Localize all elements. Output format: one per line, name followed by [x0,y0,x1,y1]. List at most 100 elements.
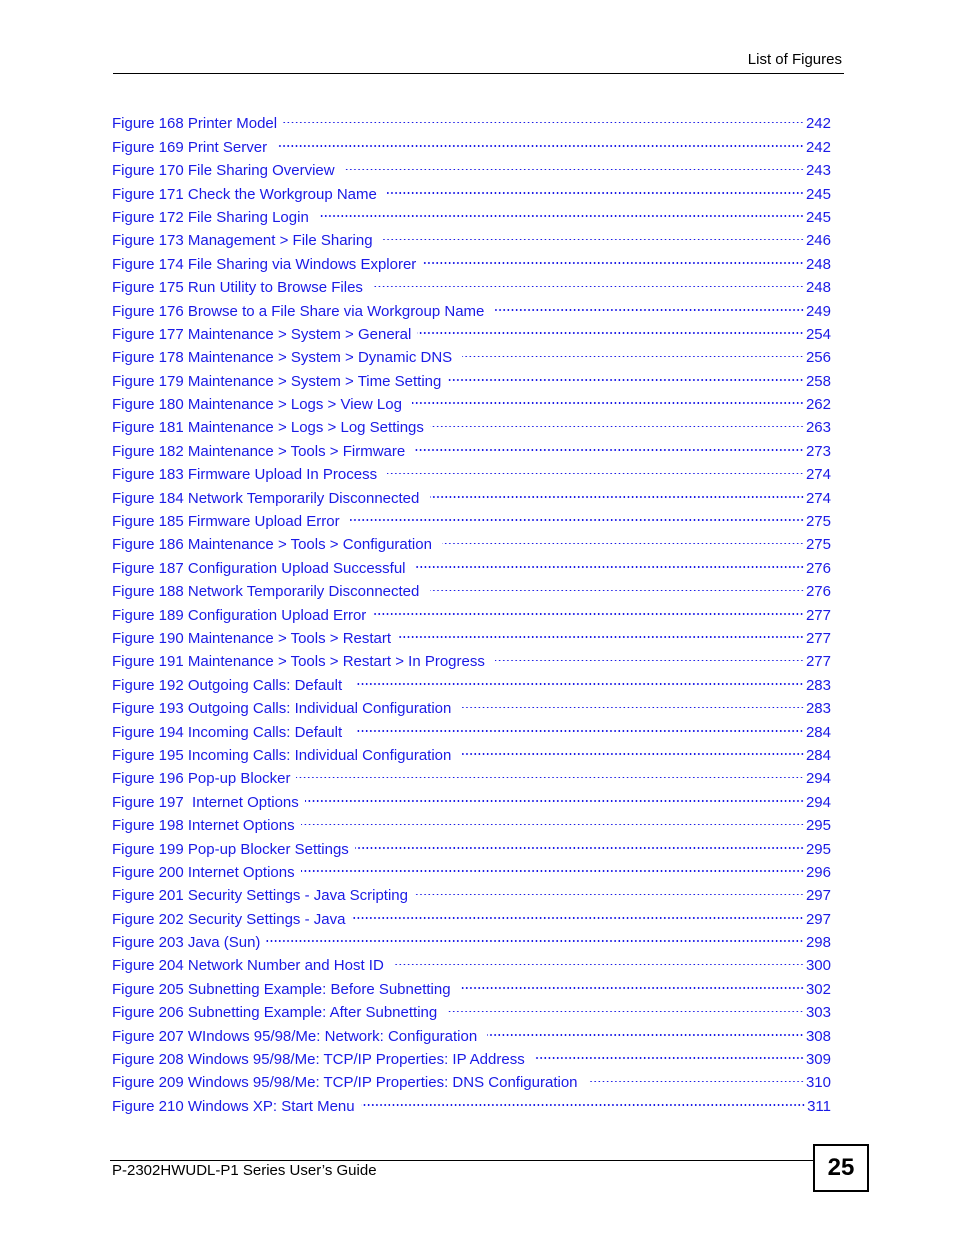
toc-entry-label[interactable]: Figure 200 Internet Options [112,861,301,884]
toc-entry-page[interactable]: 274 [806,487,831,510]
toc-entry[interactable]: Figure 168 Printer Model 242 [112,105,831,132]
toc-entry-page[interactable]: 277 [806,627,831,650]
toc-entry-label[interactable]: Figure 182 Maintenance > Tools > Firmwar… [112,440,415,463]
toc-entry-label[interactable]: Figure 197 Internet Options [112,791,305,814]
toc-entry-page[interactable]: 308 [806,1025,831,1048]
dot-leader [495,643,806,666]
toc-entry-page[interactable]: 300 [806,954,831,977]
toc-entry-label[interactable]: Figure 179 Maintenance > System > Time S… [112,370,447,393]
toc-entry-page[interactable]: 303 [806,1001,831,1024]
dot-leader [360,1087,807,1110]
toc-entry-label[interactable]: Figure 190 Maintenance > Tools > Restart [112,627,397,650]
dot-leader [461,737,806,760]
dot-leader [415,432,806,455]
toc-entry-page[interactable]: 295 [806,838,831,861]
dot-leader [460,970,806,993]
toc-entry-label[interactable]: Figure 175 Run Utility to Browse Files [112,276,373,299]
toc-entry-label[interactable]: Figure 178 Maintenance > System > Dynami… [112,346,462,369]
dot-leader [461,690,806,713]
toc-entry-label[interactable]: Figure 185 Firmware Upload Error [112,510,350,533]
toc-entry-page[interactable]: 297 [806,908,831,931]
toc-entry-page[interactable]: 242 [806,136,831,159]
dot-leader [415,549,806,572]
dot-leader [266,924,806,947]
toc-entry-page[interactable]: 245 [806,183,831,206]
toc-entry-page[interactable]: 245 [806,206,831,229]
toc-entry-page[interactable]: 273 [806,440,831,463]
section-title: List of Figures [747,51,842,68]
dot-leader [354,830,806,853]
dot-leader [417,316,806,339]
toc-entry-page[interactable]: 284 [806,744,831,767]
toc-entry-label[interactable]: Figure 170 File Sharing Overview [112,159,345,182]
toc-entry-page[interactable]: 298 [806,931,831,954]
toc-entry-label[interactable]: Figure 194 Incoming Calls: Default [112,721,356,744]
toc-entry-label[interactable]: Figure 180 Maintenance > Logs > View Log [112,393,412,416]
dot-leader [300,807,806,830]
toc-entry-page[interactable]: 309 [806,1048,831,1071]
toc-entry-page[interactable]: 283 [806,697,831,720]
toc-entry-page[interactable]: 258 [806,370,831,393]
toc-entry-label[interactable]: Figure 198 Internet Options [112,814,301,837]
dot-leader [412,386,806,409]
toc-entry-label[interactable]: Figure 186 Maintenance > Tools > Configu… [112,533,442,556]
toc-entry-page[interactable]: 294 [806,791,831,814]
toc-entry-page[interactable]: 243 [806,159,831,182]
toc-entry-label[interactable]: Figure 208 Windows 95/98/Me: TCP/IP Prop… [112,1048,535,1071]
toc-entry-label[interactable]: Figure 210 Windows XP: Start Menu [112,1095,361,1118]
dot-leader [387,175,806,198]
toc-entry-page[interactable]: 276 [806,580,831,603]
toc-entry-label[interactable]: Figure 187 Configuration Upload Successf… [112,557,416,580]
toc-entry-page[interactable]: 295 [806,814,831,837]
dot-leader [447,362,806,385]
toc-entry-page[interactable]: 296 [806,861,831,884]
toc-entry-page[interactable]: 311 [807,1095,831,1118]
toc-entry-label[interactable]: Figure 168 Printer Model [112,112,283,135]
toc-entry-page[interactable]: 277 [806,650,831,673]
toc-entry-page[interactable]: 274 [806,463,831,486]
toc-entry-page[interactable]: 254 [806,323,831,346]
toc-entry-page[interactable]: 275 [806,510,831,533]
toc-entry-label[interactable]: Figure 192 Outgoing Calls: Default [112,674,356,697]
toc-entry-label[interactable]: Figure 181 Maintenance > Logs > Log Sett… [112,416,430,439]
toc-entry-label[interactable]: Figure 189 Configuration Upload Error [112,604,372,627]
toc-entry-label[interactable]: Figure 173 Management > File Sharing [112,229,383,252]
toc-entry-page[interactable]: 310 [806,1071,831,1094]
toc-entry-page[interactable]: 242 [806,112,831,135]
toc-entry-page[interactable]: 246 [806,229,831,252]
toc-entry-label[interactable]: Figure 205 Subnetting Example: Before Su… [112,978,461,1001]
toc-entry-label[interactable]: Figure 183 Firmware Upload In Process [112,463,387,486]
list-of-figures: Figure 168 Printer Model 242 Figure 169 Pr… [112,105,831,1114]
toc-entry-page[interactable]: 248 [806,276,831,299]
toc-entry-page[interactable]: 263 [806,416,831,439]
toc-entry-page[interactable]: 256 [806,346,831,369]
toc-entry-label[interactable]: Figure 172 File Sharing Login [112,206,319,229]
dot-leader [373,269,806,292]
toc-entry-label[interactable]: Figure 196 Pop-up Blocker [112,767,296,790]
toc-entry-page[interactable]: 275 [806,533,831,556]
dot-leader [422,245,806,268]
dot-leader [393,947,806,970]
toc-entry-page[interactable]: 294 [806,767,831,790]
toc-entry-page[interactable]: 284 [806,721,831,744]
toc-entry-label[interactable]: Figure 203 Java (Sun) [112,931,266,954]
toc-entry-page[interactable]: 262 [806,393,831,416]
toc-entry-label[interactable]: Figure 206 Subnetting Example: After Sub… [112,1001,447,1024]
dot-leader [387,456,806,479]
toc-entry-page[interactable]: 283 [806,674,831,697]
toc-entry-label[interactable]: Figure 177 Maintenance > System > Genera… [112,323,417,346]
toc-entry-page[interactable]: 249 [806,300,831,323]
header-divider [113,73,844,74]
toc-entry-label[interactable]: Figure 207 WIndows 95/98/Me: Network: Co… [112,1025,487,1048]
toc-entry-label[interactable]: Figure 169 Print Server [112,136,277,159]
toc-entry-page[interactable]: 248 [806,253,831,276]
toc-entry-label[interactable]: Figure 204 Network Number and Host ID [112,954,394,977]
dot-leader [442,526,806,549]
toc-entry-page[interactable]: 302 [806,978,831,1001]
toc-entry-page[interactable]: 277 [806,604,831,627]
toc-entry-page[interactable]: 297 [806,884,831,907]
dot-leader [462,339,806,362]
guide-title: P-2302HWUDL-P1 Series User’s Guide [112,1162,377,1179]
dot-leader [382,222,806,245]
toc-entry-page[interactable]: 276 [806,557,831,580]
